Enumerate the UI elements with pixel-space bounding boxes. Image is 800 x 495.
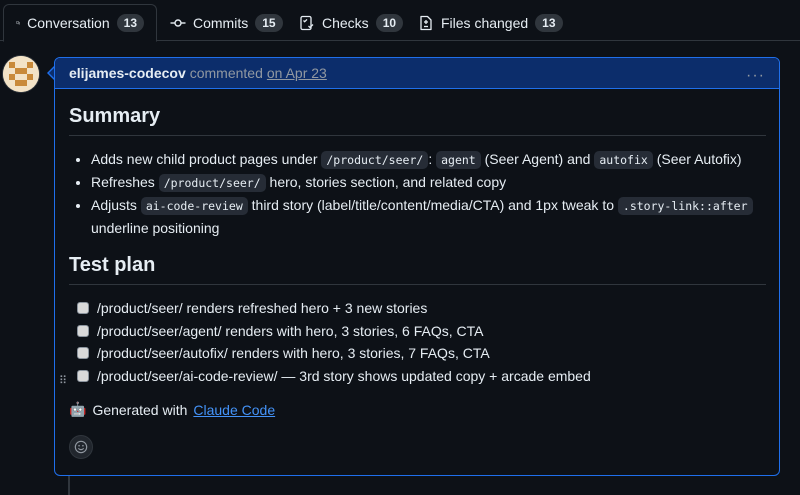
grabber-icon[interactable]: ⠿: [59, 370, 67, 393]
inline-code: agent: [436, 151, 481, 169]
task-label: /product/seer/ai-code-review/ — 3rd stor…: [97, 367, 591, 384]
comment-timestamp[interactable]: on Apr 23: [267, 65, 327, 81]
text: Adds new child product pages under: [91, 151, 322, 167]
comment-header: elijames-codecov commented on Apr 23: [55, 58, 779, 89]
inline-code: /product/seer/: [158, 174, 266, 192]
task-checkbox[interactable]: [77, 347, 89, 360]
summary-list: Adds new child product pages under /prod…: [69, 148, 766, 239]
task-label: /product/seer/autofix/ renders with hero…: [97, 345, 490, 361]
list-item: Refreshes /product/seer/ hero, stories s…: [91, 171, 766, 194]
comment-author[interactable]: elijames-codecov: [69, 65, 186, 81]
count-badge: 13: [535, 13, 563, 32]
inline-code: .story-link::after: [617, 197, 753, 215]
text: hero, stories section, and related copy: [265, 174, 507, 190]
avatar[interactable]: [3, 56, 39, 92]
list-item: Adds new child product pages under /prod…: [91, 148, 766, 171]
text: (Seer Agent) and: [480, 151, 595, 167]
tab-label: Checks: [322, 14, 369, 31]
inline-code: /product/seer/: [321, 151, 429, 169]
task-list-item: /product/seer/autofix/ renders with hero…: [69, 342, 766, 365]
task-checkbox[interactable]: [77, 369, 89, 382]
list-item: Adjusts ai-code-review third story (labe…: [91, 194, 766, 239]
comment-action: commented: [189, 65, 263, 81]
tab-label: Commits: [193, 14, 249, 31]
generated-with-line: 🤖 Generated with Claude Code: [69, 401, 275, 418]
task-list-item: /product/seer/agent/ renders with hero, …: [69, 320, 766, 343]
tab-checks[interactable]: Checks 10: [287, 4, 415, 41]
text: Adjusts: [91, 197, 141, 213]
git-commit-icon: [170, 18, 186, 27]
count-badge: 15: [255, 13, 283, 32]
text: (Seer Autofix): [652, 151, 742, 167]
task-checkbox[interactable]: [77, 302, 89, 315]
task-checkbox[interactable]: [77, 324, 89, 337]
count-badge: 13: [116, 14, 144, 32]
add-reaction-button[interactable]: [69, 435, 93, 459]
text: underline positioning: [91, 220, 220, 236]
text: :: [428, 151, 437, 167]
test-plan-heading: Test plan: [69, 254, 766, 285]
tab-label: Conversation: [27, 15, 110, 31]
task-list: /product/seer/ renders refreshed hero + …: [59, 297, 766, 388]
tab-label: Files changed: [441, 14, 529, 31]
text: third story (label/title/content/media/C…: [247, 197, 618, 213]
pr-tabs: Conversation 13 Commits 15 Checks 10 Fil…: [0, 0, 800, 42]
task-label: /product/seer/agent/ renders with hero, …: [97, 322, 484, 339]
inline-code: ai-code-review: [140, 197, 248, 215]
tab-commits[interactable]: Commits 15: [158, 4, 295, 41]
smiley-icon: [74, 440, 88, 454]
text: Refreshes: [91, 174, 159, 190]
claude-code-link[interactable]: Claude Code: [193, 402, 275, 418]
file-diff-icon: [420, 15, 432, 30]
pr-description-comment: elijames-codecov commented on Apr 23 ···…: [54, 57, 780, 476]
summary-heading: Summary: [69, 105, 766, 136]
inline-code: autofix: [594, 151, 653, 169]
checklist-icon: [300, 15, 314, 30]
tab-files-changed[interactable]: Files changed 13: [406, 4, 575, 41]
tab-conversation[interactable]: Conversation 13: [3, 4, 157, 42]
task-list-item: ⠿ /product/seer/ai-code-review/ — 3rd st…: [59, 365, 766, 388]
comment-discussion-icon: [16, 21, 20, 25]
task-label: /product/seer/ renders refreshed hero + …: [97, 300, 428, 316]
identicon-image: [3, 56, 39, 92]
task-list-item: /product/seer/ renders refreshed hero + …: [69, 297, 766, 320]
generated-text: Generated with: [92, 401, 188, 418]
count-badge: 10: [375, 13, 404, 32]
kebab-horizontal-icon[interactable]: ···: [746, 67, 765, 85]
robot-icon: 🤖: [69, 401, 87, 417]
